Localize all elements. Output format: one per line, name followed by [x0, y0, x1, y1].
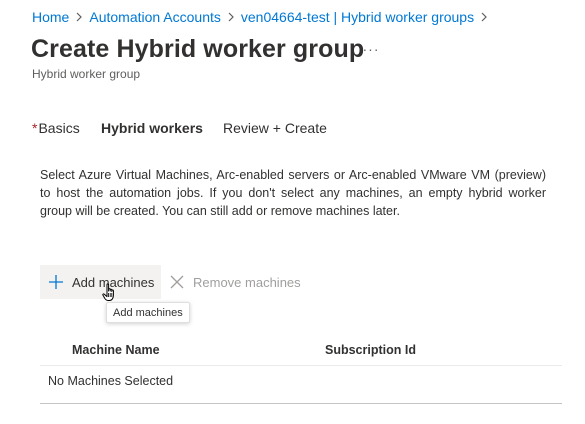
breadcrumb-home[interactable]: Home	[32, 9, 69, 25]
tab-hybrid-workers-label: Hybrid workers	[101, 120, 203, 136]
tab-hybrid-workers[interactable]: Hybrid workers	[101, 120, 223, 140]
description-text: Select Azure Virtual Machines, Arc-enabl…	[40, 168, 546, 218]
grid-bottom-border	[40, 396, 562, 404]
breadcrumb-automation-accounts[interactable]: Automation Accounts	[89, 9, 221, 25]
close-icon	[169, 274, 185, 290]
column-header-machine-name[interactable]: Machine Name	[40, 343, 325, 357]
chevron-right-icon	[75, 12, 83, 22]
tab-review-create-label: Review + Create	[223, 120, 327, 136]
add-machines-button[interactable]: Add machines	[40, 265, 161, 299]
plus-icon	[48, 274, 64, 290]
tooltip: Add machines	[106, 302, 190, 323]
grid-header: Machine Name Subscription Id	[40, 334, 562, 366]
tab-basics[interactable]: *Basics	[32, 120, 101, 140]
column-header-subscription-id[interactable]: Subscription Id	[325, 343, 562, 357]
wizard-tabs: *Basics Hybrid workers Review + Create	[32, 120, 333, 140]
more-options-button[interactable]: ···	[360, 38, 382, 60]
breadcrumb-hybrid-worker-groups[interactable]: ven04664-test | Hybrid worker groups	[241, 9, 474, 25]
breadcrumb: Home Automation Accounts ven04664-test |…	[32, 8, 494, 26]
remove-machines-label: Remove machines	[193, 274, 301, 290]
page-subtitle: Hybrid worker group	[32, 67, 141, 81]
chevron-right-icon	[227, 12, 235, 22]
toolbar: Add machines Remove machines	[40, 265, 301, 299]
hand-pointer-cursor	[102, 283, 114, 301]
empty-state-row: No Machines Selected	[48, 374, 174, 388]
tab-review-create[interactable]: Review + Create	[223, 120, 333, 140]
required-marker: *	[32, 120, 38, 136]
tab-basics-label: Basics	[38, 120, 80, 136]
remove-machines-button[interactable]: Remove machines	[161, 265, 301, 299]
chevron-right-icon	[480, 12, 488, 22]
machines-grid: Machine Name Subscription Id No Machines…	[40, 334, 562, 404]
page-title: Create Hybrid worker group	[31, 35, 365, 63]
